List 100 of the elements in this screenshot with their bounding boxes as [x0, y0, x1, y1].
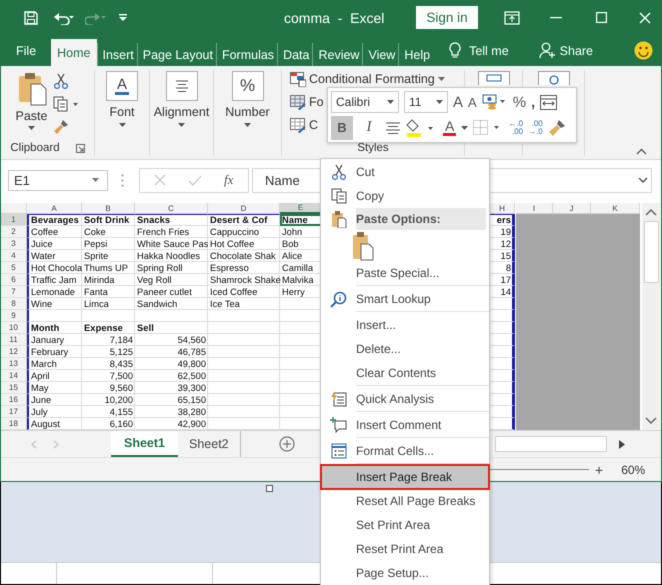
row-header[interactable]: 12	[1, 346, 27, 358]
row-header[interactable]: 10	[1, 322, 27, 334]
resize-handle-icon[interactable]	[266, 485, 273, 492]
customize-toolbar-icon[interactable]	[119, 14, 127, 22]
ribbon-tab[interactable]: File	[13, 35, 40, 66]
menu-item[interactable]: Reset Print Area	[321, 537, 489, 561]
number-button[interactable]: % Number	[225, 70, 270, 127]
center-align-icon[interactable]	[385, 122, 401, 134]
collapse-ribbon-icon[interactable]	[636, 148, 647, 155]
name-box[interactable]: E1	[8, 170, 108, 190]
menu-item[interactable]: Smart Lookup	[321, 287, 489, 311]
increase-decimal-button[interactable]: ←.0 .00	[508, 120, 524, 136]
wrap-text-icon[interactable]	[540, 94, 558, 110]
column-header[interactable]: B	[82, 203, 135, 214]
cells-icon[interactable]	[478, 71, 510, 85]
font-name-field[interactable]: Calibri	[331, 91, 399, 114]
menu-item[interactable]: Copy	[321, 184, 489, 208]
row-header[interactable]: 8	[1, 298, 27, 310]
row-header[interactable]: 1	[1, 214, 27, 226]
ribbon-tab[interactable]: Home	[51, 39, 96, 66]
menu-item[interactable]: Quick Analysis	[321, 387, 489, 411]
percent-button[interactable]: %	[512, 94, 526, 111]
maximize-icon[interactable]	[596, 12, 607, 23]
menu-item[interactable]: Insert Page Break	[321, 465, 489, 489]
alignment-button[interactable]: Alignment	[154, 70, 210, 127]
copy-icon[interactable]	[53, 96, 80, 112]
lightbulb-icon[interactable]	[449, 42, 462, 59]
paste-button[interactable]: Paste	[16, 72, 48, 140]
zoom-level[interactable]: 60%	[621, 462, 646, 476]
row-header[interactable]: 16	[1, 394, 27, 406]
scroll-up-icon[interactable]	[645, 209, 657, 216]
font-size-field[interactable]: 11	[404, 91, 448, 114]
row-header[interactable]: 15	[1, 382, 27, 394]
row-header[interactable]: 2	[1, 226, 27, 238]
row-header[interactable]: 17	[1, 406, 27, 418]
grow-font-button[interactable]: A	[453, 94, 464, 111]
menu-item[interactable]: Page Setup...	[321, 561, 489, 585]
save-icon[interactable]	[23, 10, 39, 26]
drag-handle-icon[interactable]	[121, 174, 124, 186]
format-painter-icon[interactable]	[53, 119, 70, 135]
cut-icon[interactable]	[53, 73, 70, 89]
bold-button[interactable]: B	[331, 116, 353, 140]
row-header[interactable]: 3	[1, 238, 27, 250]
minimize-icon[interactable]	[550, 16, 562, 18]
menu-item[interactable]: Delete...	[321, 337, 489, 361]
column-header[interactable]: K	[591, 203, 640, 214]
undo-icon[interactable]	[53, 10, 75, 24]
paste-icon[interactable]	[352, 230, 374, 260]
row-header[interactable]: 18	[1, 418, 27, 430]
row-header[interactable]: 9	[1, 310, 27, 322]
column-header[interactable]: J	[553, 203, 591, 214]
smiley-icon[interactable]	[634, 41, 654, 60]
menu-item[interactable]: Format Cells...	[321, 439, 489, 463]
font-color-button[interactable]: A	[443, 119, 456, 136]
insert-function-button[interactable]: fx	[224, 172, 234, 188]
row-header[interactable]: 5	[1, 262, 27, 274]
vertical-scrollbar[interactable]	[642, 203, 660, 430]
check-icon[interactable]	[188, 174, 202, 186]
column-header[interactable]: I	[516, 203, 553, 214]
format-painter-icon[interactable]	[548, 118, 566, 137]
sheet-tab[interactable]: Sheet2	[178, 431, 240, 457]
horizontal-scrollbar[interactable]	[494, 436, 607, 452]
column-header[interactable]: D	[208, 203, 280, 214]
row-header[interactable]: 6	[1, 274, 27, 286]
shrink-font-button[interactable]: A	[468, 94, 477, 110]
menu-item[interactable]: Set Print Area	[321, 513, 489, 537]
decrease-decimal-button[interactable]: .00 →.0	[528, 120, 543, 136]
comma-button[interactable]: ,	[531, 94, 536, 111]
money-icon[interactable]	[482, 93, 508, 112]
italic-button[interactable]: I	[358, 116, 380, 140]
format-as-table-button[interactable]: Fo	[290, 93, 324, 111]
cell-styles-button[interactable]: C	[290, 116, 318, 134]
column-header[interactable]: E	[280, 203, 322, 214]
scroll-down-icon[interactable]	[645, 417, 657, 424]
menu-item[interactable]: Cut	[321, 160, 489, 184]
row-header[interactable]: 14	[1, 370, 27, 382]
caret-icon[interactable]	[461, 126, 468, 130]
sign-in-button[interactable]: Sign in	[416, 6, 478, 29]
sheet-tab[interactable]: Sheet1	[111, 431, 178, 457]
menu-item[interactable]: Reset All Page Breaks	[321, 489, 489, 513]
column-header[interactable]: H	[490, 203, 515, 214]
ribbon-display-icon[interactable]	[504, 10, 520, 24]
column-header[interactable]: A	[27, 203, 82, 214]
tell-me-field[interactable]: Tell me	[469, 35, 509, 66]
add-sheet-icon[interactable]	[278, 436, 295, 452]
row-header[interactable]: 4	[1, 250, 27, 262]
scroll-right-icon[interactable]	[618, 440, 625, 448]
scroll-thumb[interactable]	[644, 221, 658, 283]
zoom-in-button[interactable]: +	[595, 462, 604, 478]
menu-item[interactable]: Clear Contents	[321, 361, 489, 385]
dialog-launcher-icon[interactable]	[76, 144, 85, 152]
column-header[interactable]: C	[135, 203, 208, 214]
menu-item[interactable]: Paste Special...	[321, 261, 489, 285]
menu-item[interactable]: Insert...	[321, 313, 489, 337]
close-icon[interactable]	[638, 12, 651, 24]
row-header[interactable]: 7	[1, 286, 27, 298]
menu-item[interactable]: Insert Comment	[321, 413, 489, 437]
share-button[interactable]: Share	[538, 35, 594, 66]
row-header[interactable]: 11	[1, 334, 27, 346]
row-header[interactable]: 13	[1, 358, 27, 370]
